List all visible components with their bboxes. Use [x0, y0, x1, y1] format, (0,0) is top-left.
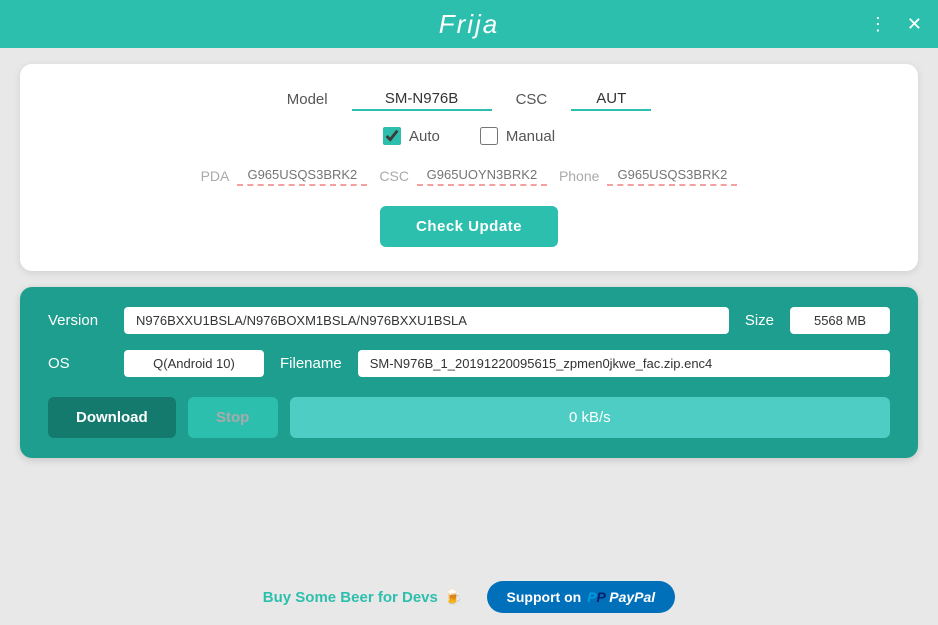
manual-label: Manual: [506, 128, 555, 145]
model-label: Model: [287, 91, 328, 108]
csc-input[interactable]: [571, 88, 651, 111]
size-label: Size: [745, 312, 774, 329]
csc-label: CSC: [516, 91, 548, 108]
paypal-support-text: Support on: [507, 589, 582, 605]
os-value: Q(Android 10): [124, 350, 264, 377]
firmware-row: PDA CSC Phone: [52, 165, 886, 186]
csc-fw-label: CSC: [379, 168, 409, 184]
window-controls: ⋮ ✕: [865, 11, 926, 37]
beer-link[interactable]: Buy Some Beer for Devs 🍺: [263, 588, 463, 606]
auto-label: Auto: [409, 128, 440, 145]
manual-checkbox-label[interactable]: Manual: [480, 127, 555, 145]
top-card: Model CSC Auto Manual PDA CSC: [20, 64, 918, 271]
phone-input[interactable]: [607, 165, 737, 186]
model-csc-row: Model CSC: [52, 88, 886, 111]
phone-field: Phone: [559, 165, 737, 186]
filename-value: SM-N976B_1_20191220095615_zpmen0jkwe_fac…: [358, 350, 890, 377]
pda-input[interactable]: [237, 165, 367, 186]
pda-field: PDA: [201, 165, 368, 186]
version-label: Version: [48, 312, 108, 329]
check-update-button[interactable]: Check Update: [380, 206, 558, 247]
close-button[interactable]: ✕: [903, 11, 926, 37]
auto-manual-row: Auto Manual: [52, 127, 886, 145]
csc-fw-input[interactable]: [417, 165, 547, 186]
version-size-row: Version N976BXXU1BSLA/N976BOXM1BSLA/N976…: [48, 307, 890, 334]
os-label: OS: [48, 355, 108, 372]
filename-label: Filename: [280, 355, 342, 372]
os-filename-row: OS Q(Android 10) Filename SM-N976B_1_201…: [48, 350, 890, 377]
action-row: Download Stop 0 kB/s: [48, 397, 890, 438]
beer-emoji: 🍺: [444, 588, 463, 606]
speed-display: 0 kB/s: [290, 397, 890, 438]
csc-fw-field: CSC: [379, 165, 547, 186]
title-bar: Frija ⋮ ✕: [0, 0, 938, 48]
auto-checkbox-label[interactable]: Auto: [383, 127, 440, 145]
model-input[interactable]: [352, 88, 492, 111]
paypal-button[interactable]: Support on PP PayPal: [487, 581, 676, 613]
app-title: Frija: [439, 9, 500, 40]
download-button[interactable]: Download: [48, 397, 176, 438]
paypal-logo: PP PayPal: [587, 589, 655, 605]
beer-text: Buy Some Beer for Devs: [263, 589, 438, 606]
version-value: N976BXXU1BSLA/N976BOXM1BSLA/N976BXXU1BSL…: [124, 307, 729, 334]
stop-button[interactable]: Stop: [188, 397, 278, 438]
manual-checkbox[interactable]: [480, 127, 498, 145]
size-value: 5568 MB: [790, 307, 890, 334]
auto-checkbox[interactable]: [383, 127, 401, 145]
pda-label: PDA: [201, 168, 230, 184]
footer: Buy Some Beer for Devs 🍺 Support on PP P…: [0, 573, 938, 625]
menu-button[interactable]: ⋮: [865, 11, 891, 37]
phone-label: Phone: [559, 168, 599, 184]
main-content: Model CSC Auto Manual PDA CSC: [0, 48, 938, 573]
bottom-card: Version N976BXXU1BSLA/N976BOXM1BSLA/N976…: [20, 287, 918, 458]
